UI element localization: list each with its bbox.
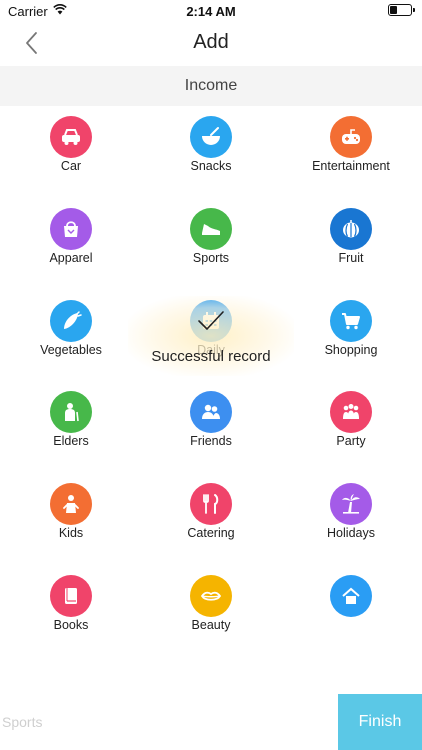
category-label: Friends: [190, 434, 232, 448]
toast-message: Successful record: [151, 348, 271, 365]
navigation-bar: Add: [0, 22, 422, 64]
fruit-icon: [330, 208, 372, 250]
category-item-kids[interactable]: Kids: [1, 475, 141, 555]
category-item-entertainment[interactable]: Entertainment: [281, 108, 421, 188]
friends-icon: [190, 391, 232, 433]
elder-icon: [50, 391, 92, 433]
note-input[interactable]: [0, 694, 338, 750]
category-item-elders[interactable]: Elders: [1, 383, 141, 463]
status-time: 2:14 AM: [186, 4, 236, 19]
category-item-beauty[interactable]: Beauty: [141, 567, 281, 647]
category-item-friends[interactable]: Friends: [141, 383, 281, 463]
category-label: Books: [53, 618, 89, 632]
lips-icon: [190, 575, 232, 617]
category-item-snacks[interactable]: Snacks: [141, 108, 281, 188]
category-label: Holidays: [327, 526, 375, 540]
category-item-sports[interactable]: Sports: [141, 200, 281, 280]
category-label: Party: [336, 434, 366, 448]
vegetable-icon: [50, 300, 92, 342]
category-item-home[interactable]: [281, 567, 421, 647]
page-title: Add: [193, 31, 229, 53]
category-item-books[interactable]: Books: [1, 567, 141, 647]
category-item-car[interactable]: Car: [1, 108, 141, 188]
car-icon: [50, 116, 92, 158]
battery-icon: [388, 4, 415, 16]
category-label: Sports: [192, 251, 230, 265]
finish-button[interactable]: Finish: [338, 694, 422, 750]
checkmark-icon: [198, 311, 224, 330]
gamepad-icon: [330, 116, 372, 158]
category-item-party[interactable]: Party: [281, 383, 421, 463]
category-item-vegetables[interactable]: Vegetables: [1, 292, 141, 372]
category-label: Fruit: [338, 251, 364, 265]
bag-icon: [50, 208, 92, 250]
category-label: Kids: [58, 526, 84, 540]
category-label: Entertainment: [312, 159, 390, 173]
category-item-fruit[interactable]: Fruit: [281, 200, 421, 280]
house-icon: [330, 575, 372, 617]
fork-knife-icon: [190, 483, 232, 525]
category-item-apparel[interactable]: Apparel: [1, 200, 141, 280]
category-item-holidays[interactable]: Holidays: [281, 475, 421, 555]
bottom-bar: Finish: [0, 694, 422, 750]
status-bar: Carrier 2:14 AM: [0, 0, 422, 22]
section-header-income: Income: [0, 66, 422, 106]
palm-tree-icon: [330, 483, 372, 525]
success-toast: Successful record: [128, 296, 294, 376]
party-icon: [330, 391, 372, 433]
category-label: Apparel: [49, 251, 93, 265]
category-label: Vegetables: [40, 343, 102, 357]
category-item-shopping[interactable]: Shopping: [281, 292, 421, 372]
category-label: Beauty: [191, 618, 231, 632]
category-item-catering[interactable]: Catering: [141, 475, 281, 555]
bowl-icon: [190, 116, 232, 158]
shoe-icon: [190, 208, 232, 250]
category-label: Elders: [53, 434, 89, 448]
category-label: Snacks: [190, 159, 232, 173]
category-label: Shopping: [324, 343, 378, 357]
category-grid: Car Snacks Entertainment Apparel Sports Fruit…: [0, 108, 422, 694]
kid-icon: [50, 483, 92, 525]
book-icon: [50, 575, 92, 617]
cart-icon: [330, 300, 372, 342]
category-label: Car: [60, 159, 82, 173]
category-label: Catering: [187, 526, 235, 540]
